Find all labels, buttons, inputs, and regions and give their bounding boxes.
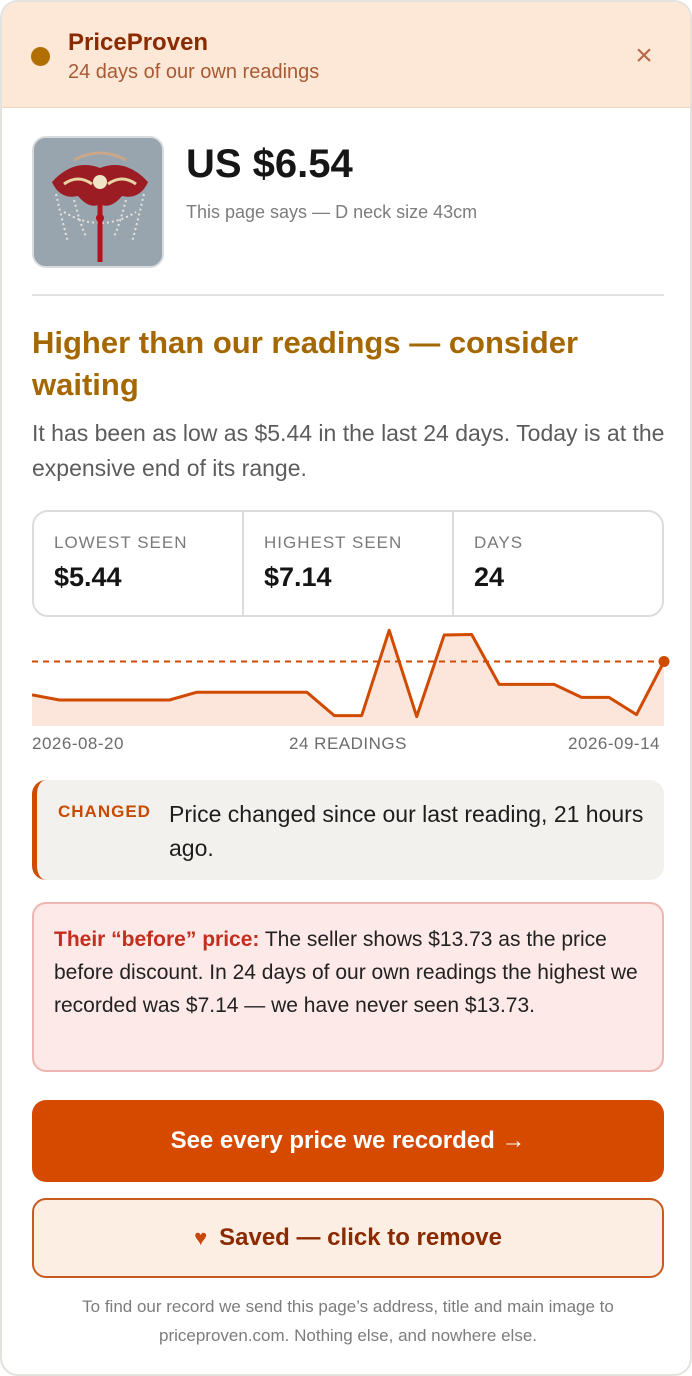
verdict-text: It has been as low as $5.44 in the last …	[32, 420, 665, 481]
page-variant-text: This page says — D neck size 43cm	[186, 202, 478, 222]
price-stats: LOWEST SEEN $5.44 HIGHEST SEEN $7.14 DAY…	[32, 510, 664, 617]
chart-end-date: 2026-09-14	[568, 734, 660, 753]
verdict-headline: Higher than our readings — consider wait…	[32, 325, 579, 402]
stat-value: 24	[474, 562, 505, 592]
price-history-chart	[32, 628, 670, 726]
stat-highest: HIGHEST SEEN $7.14	[244, 512, 454, 615]
before-price-warning: Their “before” price: The seller shows $…	[32, 902, 664, 1072]
chart-area	[32, 630, 664, 726]
price-changed-notice: CHANGED Price changed since our last rea…	[32, 780, 664, 880]
heart-icon: ♥	[194, 1225, 208, 1250]
current-price: US $6.54	[186, 142, 353, 186]
status-dot-icon	[31, 47, 50, 66]
saved-label: Saved — click to remove	[219, 1224, 502, 1251]
saved-toggle-button[interactable]: ♥ Saved — click to remove	[32, 1198, 664, 1278]
see-all-prices-button[interactable]: See every price we recorded →	[32, 1100, 664, 1182]
stat-lowest: LOWEST SEEN $5.44	[34, 512, 244, 615]
chart-current-point	[658, 656, 670, 668]
privacy-note: To find our record we send this page’s a…	[82, 1297, 614, 1345]
close-icon[interactable]: ×	[630, 41, 658, 71]
app-title: PriceProven	[68, 29, 209, 56]
stat-value: $7.14	[264, 562, 332, 592]
changed-message: Price changed since our last reading, 21…	[169, 801, 644, 861]
stat-value: $5.44	[54, 562, 122, 592]
product-image	[32, 136, 164, 268]
changed-badge: CHANGED	[58, 802, 151, 821]
priceproven-panel: PriceProven 24 days of our own readings …	[0, 0, 692, 1376]
stat-label: HIGHEST SEEN	[264, 533, 403, 552]
stat-label: LOWEST SEEN	[54, 533, 188, 552]
divider	[32, 294, 664, 296]
app-subtitle: 24 days of our own readings	[68, 61, 320, 83]
stat-label: DAYS	[474, 533, 524, 552]
panel-header: PriceProven 24 days of our own readings …	[2, 2, 690, 108]
stat-days: DAYS 24	[454, 512, 662, 615]
before-price-lead: Their “before” price:	[54, 928, 260, 951]
